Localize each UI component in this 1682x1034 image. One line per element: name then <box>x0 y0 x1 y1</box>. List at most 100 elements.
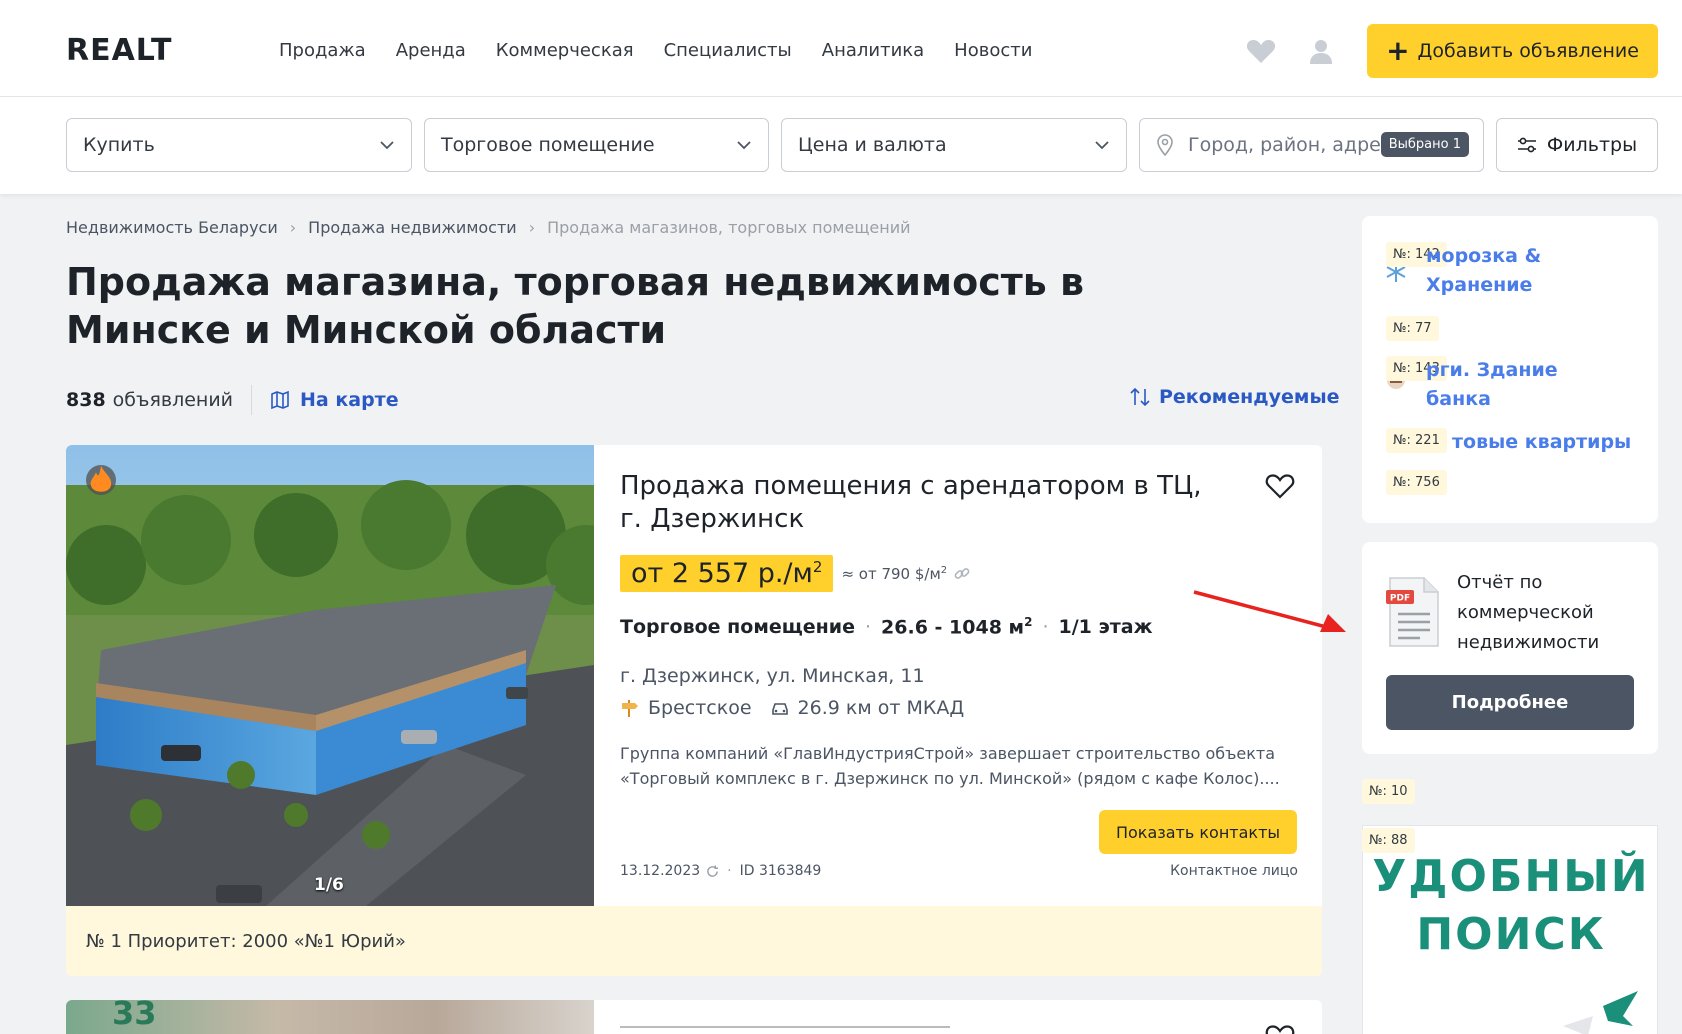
chevron-down-icon <box>380 141 394 150</box>
add-listing-button[interactable]: + Добавить объявление <box>1367 24 1658 78</box>
refresh-icon <box>707 864 719 877</box>
sidebar-link[interactable]: рги. Здание банка <box>1426 356 1616 414</box>
svg-text:PDF: PDF <box>1390 594 1410 604</box>
favorite-heart-icon[interactable] <box>1265 1024 1295 1034</box>
chevron-right-icon: › <box>528 218 536 237</box>
pdf-document-icon: PDF <box>1386 577 1439 647</box>
listing-photo[interactable]: 1/6 <box>66 445 594 906</box>
map-icon <box>271 390 289 410</box>
price-currency-select[interactable]: Цена и валюта <box>781 118 1127 172</box>
selected-count-badge: Выбрано 1 <box>1380 132 1469 157</box>
chevron-down-icon <box>1095 141 1109 150</box>
header-icons <box>1246 38 1336 64</box>
plus-icon: + <box>1386 34 1410 67</box>
location-placeholder: Город, район, адрес <box>1188 134 1392 156</box>
report-details-button[interactable]: Подробнее <box>1386 675 1634 730</box>
listing-title-placeholder <box>620 1026 950 1034</box>
property-floor: 1/1 этаж <box>1058 615 1153 638</box>
location-meta: Брестское 26.9 км от МКАД <box>620 697 982 719</box>
deal-type-value: Купить <box>83 134 155 156</box>
nav-item-analytics[interactable]: Аналитика <box>822 40 924 61</box>
price-usd: ≈ от 790 $/м2 <box>841 564 948 583</box>
map-view-link[interactable]: На карте <box>270 389 399 411</box>
sort-dropdown[interactable]: Рекомендуемые <box>1129 386 1340 408</box>
nav-item-rent[interactable]: Аренда <box>396 40 466 61</box>
sliders-icon <box>1517 137 1536 153</box>
ad-headline: УДОБНЫЙ ПОИСК <box>1372 851 1650 960</box>
annotation-arrow-icon <box>1193 590 1346 632</box>
add-listing-label: Добавить объявление <box>1417 40 1639 62</box>
distance-item: 26.9 км от МКАД <box>770 697 965 719</box>
map-pin-icon <box>1157 134 1173 156</box>
favorite-heart-icon[interactable] <box>1265 473 1295 499</box>
report-title: Отчёт по коммерческой недвижимости <box>1457 572 1600 653</box>
photo-building-number: 33 <box>112 1000 157 1032</box>
listing-description: Группа компаний «ГлавИндустрияСтрой» зав… <box>620 744 1280 788</box>
breadcrumb-current: Продажа магазинов, торговых помещений <box>547 218 911 237</box>
sidebar-promo-links: №: 142 морозка & Хранение №: 77 №: 143 р… <box>1362 216 1658 523</box>
nav-item-sale[interactable]: Продажа <box>279 40 366 61</box>
distance-label: 26.9 км от МКАД <box>797 697 965 719</box>
priority-tag: №: 221 <box>1386 428 1447 453</box>
listing-params: Торговое помещение · 26.6 - 1048 м2 · 1/… <box>620 615 1153 639</box>
signpost-icon <box>622 700 638 717</box>
filters-button[interactable]: Фильтры <box>1496 118 1658 172</box>
photo-counter: 1/6 <box>314 875 344 895</box>
priority-tag: №: 756 <box>1386 470 1447 495</box>
link-icon[interactable] <box>953 565 971 583</box>
results-toolbar: 838 объявлений На карте <box>66 385 399 415</box>
listing-title[interactable]: Продажа помещения с арендатором в ТЦ, г.… <box>620 470 1220 536</box>
listing-address: г. Дзержинск, ул. Минская, 11 <box>620 665 925 687</box>
priority-banner: № 1 Приоритет: 2000 «№1 Юрий» <box>66 906 1322 976</box>
price-row: от 2 557 р./м2 ≈ от 790 $/м2 <box>620 555 971 592</box>
car-icon <box>771 703 788 715</box>
listing-count-label: объявлений <box>112 389 234 411</box>
user-profile-icon[interactable] <box>1306 38 1336 64</box>
contact-person-label: Контактное лицо <box>1170 863 1298 879</box>
listing-footer: 13.12.2023 · ID 3163849 <box>620 863 822 879</box>
direction-item: Брестское <box>620 697 752 719</box>
bird-icon <box>1563 991 1638 1034</box>
listing-card[interactable]: 1/6 Продажа помещения с арендатором в ТЦ… <box>66 445 1322 976</box>
site-logo[interactable]: REALT <box>66 33 172 68</box>
commercial-report-widget: PDF Отчёт по коммерческой недвижимости П… <box>1362 542 1658 754</box>
chevron-right-icon: › <box>289 218 297 237</box>
price-currency-value: Цена и валюта <box>798 134 947 156</box>
nav-item-commercial[interactable]: Коммерческая <box>496 40 634 61</box>
priority-tag: №: 10 <box>1362 779 1415 804</box>
favorites-heart-icon[interactable] <box>1246 38 1276 64</box>
breadcrumb-item[interactable]: Продажа недвижимости <box>308 218 517 237</box>
priority-tag: №: 77 <box>1386 316 1439 341</box>
hot-listing-icon <box>86 465 116 495</box>
priority-tag: №: 88 <box>1362 828 1415 853</box>
sidebar-link[interactable]: морозка & Хранение <box>1426 242 1616 300</box>
main-nav: Продажа Аренда Коммерческая Специалисты … <box>279 40 1032 61</box>
breadcrumb: Недвижимость Беларуси › Продажа недвижим… <box>66 218 911 237</box>
top-navigation: REALT Продажа Аренда Коммерческая Специа… <box>0 0 1682 97</box>
location-search-input[interactable]: Город, район, адрес Выбрано 1 <box>1139 118 1484 172</box>
listing-photo-image <box>66 445 594 906</box>
price-per-sqm: от 2 557 р./м2 <box>620 555 834 592</box>
sidebar-link[interactable]: товые квартиры <box>1452 428 1652 457</box>
listing-date: 13.12.2023 <box>620 863 701 879</box>
sort-icon <box>1130 387 1150 407</box>
property-type-value: Торговое помещение <box>441 134 655 156</box>
property-area: 26.6 - 1048 м2 <box>881 615 1033 639</box>
map-view-label: На карте <box>300 389 399 411</box>
filters-label: Фильтры <box>1546 134 1638 156</box>
listing-card-next[interactable]: 33 <box>66 1000 1322 1034</box>
listing-id: ID 3163849 <box>739 863 822 879</box>
nav-item-specialists[interactable]: Специалисты <box>664 40 792 61</box>
breadcrumb-item[interactable]: Недвижимость Беларуси <box>66 218 278 237</box>
search-filter-bar: Купить Торговое помещение Цена и валюта … <box>0 97 1682 194</box>
chevron-down-icon <box>737 141 751 150</box>
property-category: Торговое помещение <box>620 615 855 638</box>
property-type-select[interactable]: Торговое помещение <box>424 118 769 172</box>
show-contacts-button[interactable]: Показать контакты <box>1099 810 1297 854</box>
listing-count: 838 <box>66 389 106 411</box>
sidebar-ad-banner[interactable]: УДОБНЫЙ ПОИСК <box>1362 825 1658 1034</box>
direction-label: Брестское <box>648 697 752 719</box>
page-title: Продажа магазина, торговая недвижимость … <box>66 260 1085 352</box>
deal-type-select[interactable]: Купить <box>66 118 412 172</box>
nav-item-news[interactable]: Новости <box>954 40 1032 61</box>
